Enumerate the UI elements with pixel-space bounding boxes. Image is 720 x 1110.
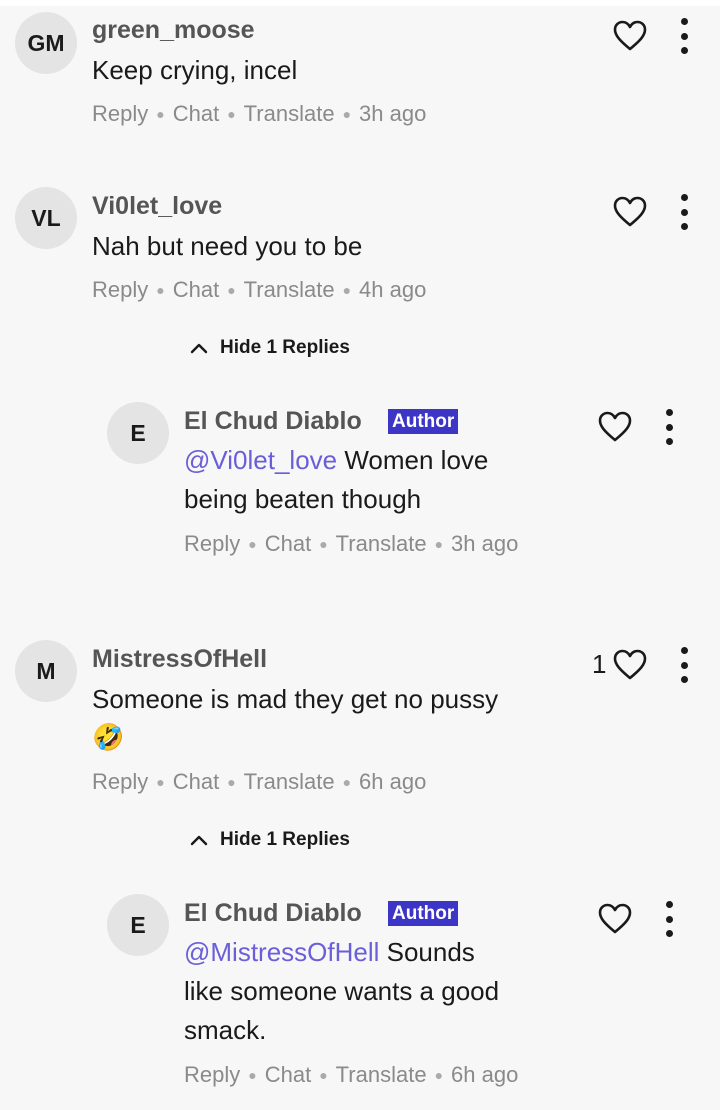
- text-segment: like someone wants a good: [184, 976, 500, 1006]
- comment-username[interactable]: MistressOfHell: [92, 645, 267, 674]
- reply-button[interactable]: Reply: [92, 277, 148, 303]
- author-badge: Author: [388, 901, 459, 926]
- timestamp: 4h ago: [359, 277, 427, 302]
- avatar[interactable]: M: [15, 640, 77, 702]
- like-count: 1: [592, 649, 607, 679]
- comment-username[interactable]: Vi0let_love: [92, 192, 222, 221]
- heart-icon[interactable]: [613, 20, 647, 52]
- separator-dot: ●: [434, 536, 444, 552]
- comment-username[interactable]: El Chud Diablo: [184, 407, 362, 436]
- separator-dot: ●: [319, 536, 328, 552]
- timestamp: 6h ago: [359, 769, 427, 794]
- author-badge: Author: [388, 409, 459, 434]
- separator-dot: ●: [156, 106, 165, 122]
- avatar[interactable]: E: [107, 894, 169, 956]
- comment-username[interactable]: El Chud Diablo: [184, 899, 362, 928]
- separator-dot: ●: [319, 1067, 328, 1083]
- more-vertical-icon[interactable]: [678, 194, 690, 230]
- timestamp: 3h ago: [451, 531, 519, 556]
- translate-button[interactable]: Translate: [244, 769, 335, 795]
- separator-dot: ●: [227, 106, 236, 122]
- user-mention[interactable]: @Vi0let_love: [184, 445, 337, 475]
- chat-button[interactable]: Chat: [173, 277, 219, 303]
- avatar[interactable]: E: [107, 402, 169, 464]
- top-divider: [0, 0, 720, 6]
- user-mention[interactable]: @MistressOfHell: [184, 937, 379, 967]
- separator-dot: ●: [227, 282, 236, 298]
- heart-icon[interactable]: [598, 411, 632, 443]
- comment-text: Keep crying, incel: [92, 55, 298, 85]
- translate-button[interactable]: Translate: [244, 101, 335, 127]
- chevron-up-icon: [190, 835, 208, 845]
- separator-dot: ●: [248, 1067, 257, 1083]
- more-vertical-icon[interactable]: [663, 901, 675, 937]
- reply-button[interactable]: Reply: [184, 1062, 240, 1088]
- more-vertical-icon[interactable]: [678, 18, 690, 54]
- more-vertical-icon[interactable]: [678, 647, 690, 683]
- text-segment: being beaten though: [184, 484, 422, 514]
- comment-actions: Reply ● Chat ● Translate ● 3h ago: [92, 101, 426, 127]
- toggle-label: Hide 1 Replies: [220, 829, 350, 850]
- rolling-laughing-emoji: 🤣: [92, 722, 125, 752]
- translate-button[interactable]: Translate: [336, 1062, 427, 1088]
- text-segment: Women love: [337, 445, 489, 475]
- comment-actions: Reply ● Chat ● Translate ● 3h ago: [184, 531, 518, 557]
- separator-dot: ●: [342, 774, 352, 790]
- chat-button[interactable]: Chat: [265, 531, 311, 557]
- reply-button[interactable]: Reply: [92, 769, 148, 795]
- timestamp: 3h ago: [359, 101, 427, 126]
- chevron-up-icon: [190, 343, 208, 353]
- comment-username[interactable]: green_moose: [92, 16, 255, 45]
- separator-dot: ●: [342, 106, 352, 122]
- comment-actions: Reply ● Chat ● Translate ● 6h ago: [92, 769, 426, 795]
- heart-icon[interactable]: [613, 649, 647, 681]
- reply-button[interactable]: Reply: [92, 101, 148, 127]
- chat-button[interactable]: Chat: [173, 101, 219, 127]
- reply-button[interactable]: Reply: [184, 531, 240, 557]
- text-segment: smack.: [184, 1015, 267, 1045]
- hide-replies-toggle[interactable]: Hide 1 Replies: [190, 337, 350, 359]
- comment-text: Someone is mad they get no pussy: [92, 684, 499, 714]
- chat-button[interactable]: Chat: [173, 769, 219, 795]
- heart-icon[interactable]: [598, 903, 632, 935]
- avatar[interactable]: VL: [15, 187, 77, 249]
- more-vertical-icon[interactable]: [663, 409, 675, 445]
- separator-dot: ●: [156, 282, 165, 298]
- separator-dot: ●: [227, 774, 236, 790]
- heart-icon[interactable]: [613, 196, 647, 228]
- separator-dot: ●: [248, 536, 257, 552]
- comment-actions: Reply ● Chat ● Translate ● 4h ago: [92, 277, 426, 303]
- avatar[interactable]: GM: [15, 12, 77, 74]
- comment-text: @MistressOfHell Sounds like someone want…: [184, 933, 499, 1050]
- comment-actions: Reply ● Chat ● Translate ● 6h ago: [184, 1062, 518, 1088]
- text-segment: Sounds: [379, 937, 475, 967]
- comment-text: Nah but need you to be: [92, 231, 363, 261]
- comment-text: @Vi0let_love Women love being beaten tho…: [184, 441, 488, 519]
- separator-dot: ●: [434, 1067, 444, 1083]
- separator-dot: ●: [156, 774, 165, 790]
- toggle-label: Hide 1 Replies: [220, 337, 350, 358]
- translate-button[interactable]: Translate: [336, 531, 427, 557]
- separator-dot: ●: [342, 282, 352, 298]
- chat-button[interactable]: Chat: [265, 1062, 311, 1088]
- translate-button[interactable]: Translate: [244, 277, 335, 303]
- hide-replies-toggle[interactable]: Hide 1 Replies: [190, 829, 350, 851]
- timestamp: 6h ago: [451, 1062, 519, 1087]
